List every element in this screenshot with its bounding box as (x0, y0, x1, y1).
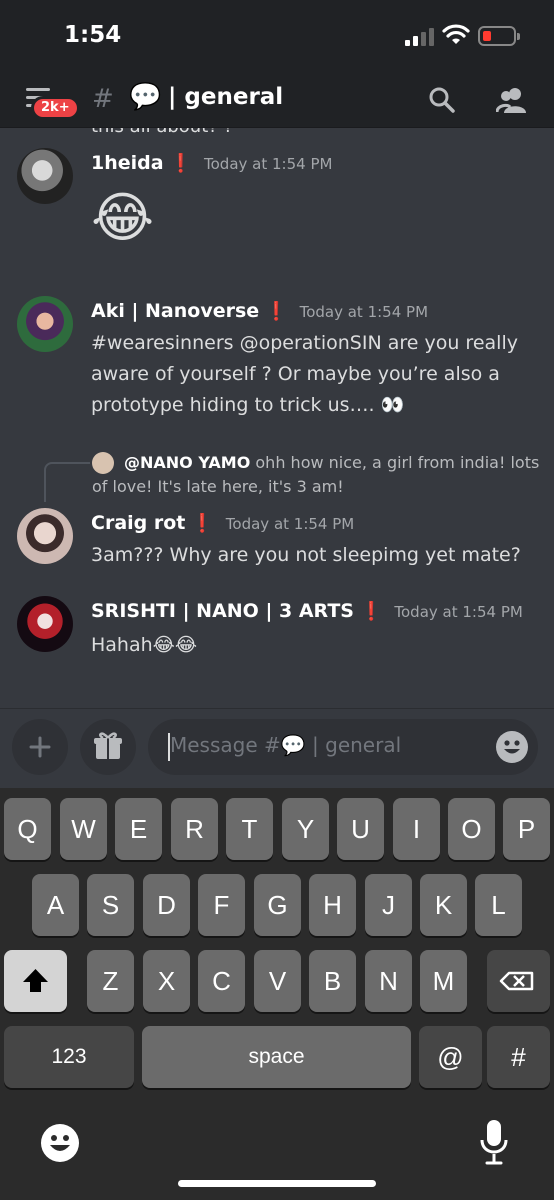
author-name[interactable]: Aki | Nanoverse (91, 300, 259, 322)
channel-emoji: 💬 (129, 82, 162, 112)
key[interactable]: W (60, 798, 107, 860)
key[interactable]: Q (4, 798, 51, 860)
avatar[interactable] (17, 508, 73, 564)
key[interactable]: F (198, 874, 245, 936)
key[interactable]: X (143, 950, 190, 1012)
onscreen-keyboard: Q W E R T Y U I O P A S D F G H J K L Z … (0, 788, 554, 1200)
message-list[interactable]: this all about? ? 1heida❗Today at 1:54 P… (0, 128, 554, 708)
key[interactable]: M (420, 950, 467, 1012)
key[interactable]: B (309, 950, 356, 1012)
key[interactable]: Y (282, 798, 329, 860)
timestamp: Today at 1:54 PM (225, 515, 355, 533)
exclamation-icon: ❗ (359, 601, 383, 622)
notification-badge: 2k+ (31, 96, 80, 120)
key[interactable]: E (115, 798, 162, 860)
smile-icon[interactable] (496, 731, 528, 763)
emoji-icon[interactable] (40, 1123, 80, 1163)
message-text: #wearesinners @operationSIN are you real… (91, 332, 518, 416)
battery-icon (478, 26, 520, 46)
key[interactable]: T (226, 798, 273, 860)
message-input[interactable]: Message #💬 | general (148, 719, 538, 775)
key[interactable]: I (393, 798, 440, 860)
gift-icon (94, 732, 122, 759)
space-key[interactable]: space (142, 1026, 411, 1088)
key[interactable]: D (143, 874, 190, 936)
hash-key[interactable]: # (487, 1026, 550, 1088)
key[interactable]: S (87, 874, 134, 936)
author-name[interactable]: Craig rot (91, 512, 185, 534)
avatar[interactable] (17, 296, 73, 352)
status-time: 1:54 (64, 22, 122, 48)
avatar[interactable] (17, 148, 73, 204)
message-header: Aki | Nanoverse ❗ Today at 1:54 PM (91, 300, 428, 322)
message-placeholder: Message #💬 | general (170, 733, 402, 757)
channel-header: 2k+ # 💬 | general (0, 72, 554, 128)
message-text: 3am??? Why are you not sleepimg yet mate… (91, 544, 521, 566)
message-header: 1heida ❗ Today at 1:54 PM (91, 152, 332, 174)
key[interactable]: C (198, 950, 245, 1012)
gift-button[interactable] (80, 719, 136, 775)
microphone-icon[interactable] (478, 1118, 510, 1166)
plus-icon (29, 736, 51, 758)
exclamation-icon: ❗ (265, 301, 288, 322)
message-header: Craig rot ❗ Today at 1:54 PM (91, 512, 354, 534)
message-text: Hahah😂😂 (91, 634, 198, 656)
message-text-cutoff: this all about? ? (91, 128, 233, 137)
key[interactable]: H (309, 874, 356, 936)
backspace-key[interactable] (487, 950, 550, 1012)
shift-icon (23, 969, 48, 992)
key[interactable]: V (254, 950, 301, 1012)
author-name[interactable]: 1heida (91, 152, 164, 174)
key[interactable]: J (365, 874, 412, 936)
reply-connector (44, 462, 90, 502)
key[interactable]: K (420, 874, 467, 936)
exclamation-icon: ❗ (191, 513, 214, 534)
key[interactable]: O (448, 798, 495, 860)
key[interactable]: N (365, 950, 412, 1012)
key[interactable]: Z (87, 950, 134, 1012)
key[interactable]: A (32, 874, 79, 936)
message-header: SRISHTI | NANO | 3 ARTS ❗ Today at 1:54 PM (91, 600, 523, 622)
timestamp: Today at 1:54 PM (394, 603, 523, 621)
timestamp: Today at 1:54 PM (204, 155, 333, 173)
key[interactable]: G (254, 874, 301, 936)
add-attachment-button[interactable] (12, 719, 68, 775)
author-name[interactable]: SRISHTI | NANO | 3 ARTS (91, 600, 354, 622)
reply-author: @NANO YAMO (124, 453, 251, 472)
channel-locked-hash-icon: # (92, 84, 114, 114)
numbers-key[interactable]: 123 (4, 1026, 134, 1088)
members-icon[interactable] (496, 86, 528, 114)
key[interactable]: R (171, 798, 218, 860)
backspace-icon (499, 971, 534, 991)
reply-preview[interactable]: @NANO YAMO ohh how nice, a girl from ind… (92, 451, 542, 499)
status-bar: 1:54 (0, 0, 554, 72)
wifi-icon (442, 24, 470, 44)
cellular-signal-icon (405, 28, 435, 46)
at-key[interactable]: @ (419, 1026, 482, 1088)
shift-key[interactable] (4, 950, 67, 1012)
message-composer: Message #💬 | general (0, 708, 554, 788)
key[interactable]: U (337, 798, 384, 860)
home-indicator[interactable] (178, 1180, 376, 1187)
key[interactable]: L (475, 874, 522, 936)
avatar[interactable] (17, 596, 73, 652)
channel-title[interactable]: | general (168, 84, 283, 110)
key[interactable]: P (503, 798, 550, 860)
message-emoji: 😂 (91, 186, 155, 249)
exclamation-icon: ❗ (169, 153, 192, 174)
timestamp: Today at 1:54 PM (299, 303, 429, 321)
search-icon[interactable] (428, 86, 456, 114)
